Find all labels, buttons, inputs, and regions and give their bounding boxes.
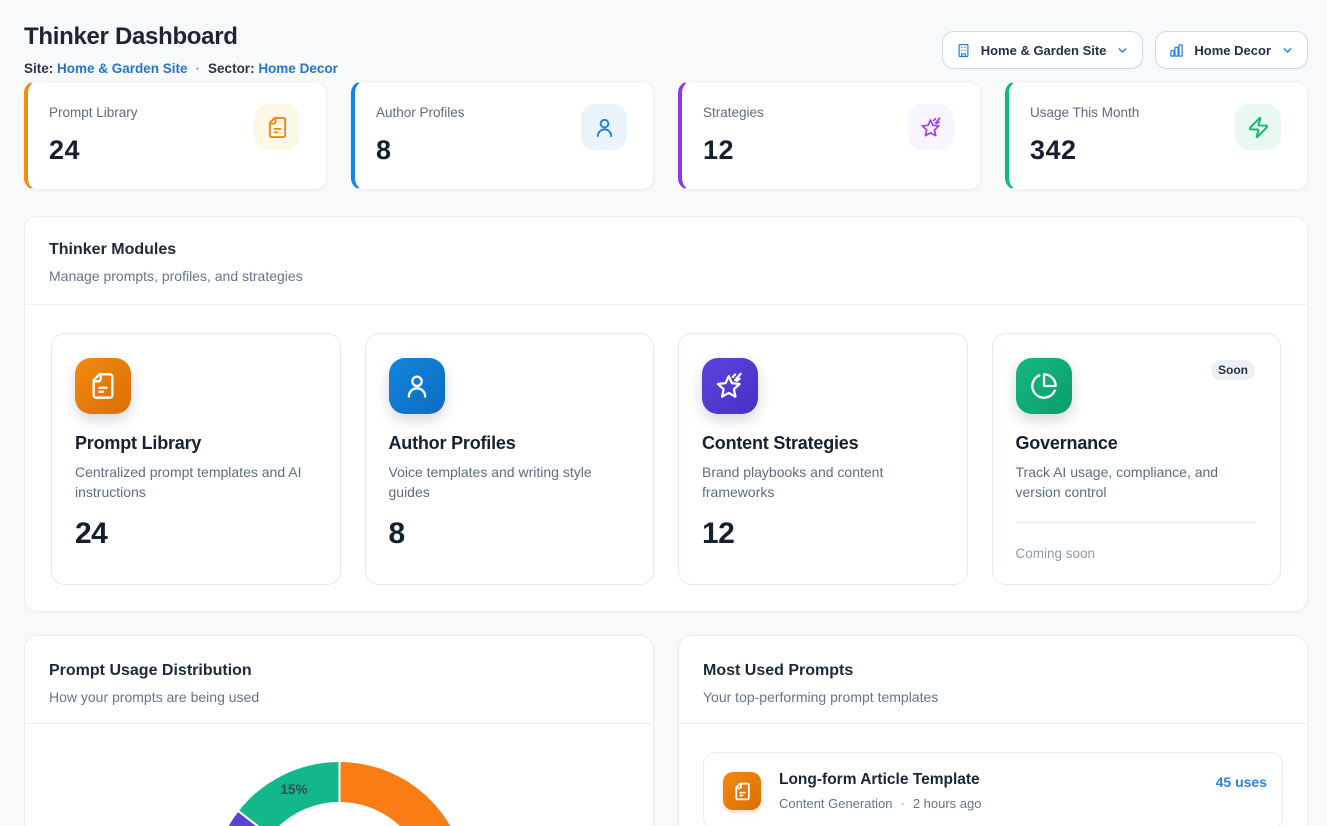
svg-text:15%: 15% (280, 782, 307, 797)
